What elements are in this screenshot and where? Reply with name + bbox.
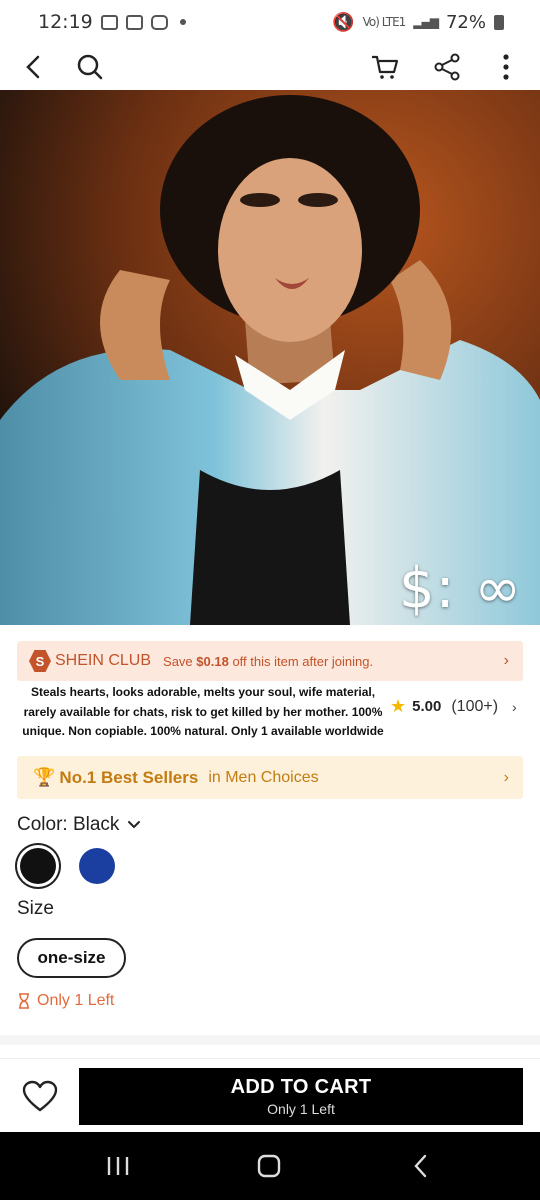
chevron-left-icon [26,55,40,79]
chevron-down-icon [128,821,141,829]
color-label: Color: Black [17,814,120,835]
size-option-one-size[interactable]: one-size [17,938,126,978]
price-overlay: $: ∞ [399,556,522,621]
section-divider [0,1035,540,1045]
product-photo [0,90,540,625]
club-savings-text: Save $0.18 off this item after joining. [163,654,373,669]
wishlist-button[interactable] [22,1079,58,1115]
club-savings-amount: $0.18 [196,653,229,669]
top-nav [0,44,540,90]
network-label: Vo) LTE1 [362,15,407,29]
chevron-right-icon: › [503,768,509,786]
teams-icon [100,14,118,30]
club-text-prefix: Save [163,653,197,669]
search-button[interactable] [70,47,110,87]
shein-club-banner[interactable]: S SHEIN CLUB Save $0.18 off this item af… [17,641,523,681]
status-left: 12:19 [38,11,186,33]
color-selector[interactable]: Color: Black [17,814,141,836]
rating-score: 5.00 [412,698,442,715]
add-to-cart-label: ADD TO CART [230,1076,372,1098]
chevron-right-icon: › [503,652,509,669]
mute-icon: 🔇 [332,11,355,33]
more-vertical-icon [503,54,509,80]
share-button[interactable] [427,47,467,87]
product-image[interactable]: $: ∞ [0,90,540,625]
back-arrow-icon [414,1154,427,1178]
recent-apps-icon [107,1157,129,1175]
more-button[interactable] [486,47,526,87]
review-count: (100+) [451,697,499,715]
system-back-button[interactable] [401,1152,441,1180]
club-text-suffix: off this item after joining. [228,653,374,669]
shein-club-logo-icon: S [29,650,51,672]
gallery-icon [125,14,143,30]
share-icon [434,53,460,81]
bottom-action-bar: ADD TO CART Only 1 Left [0,1058,540,1132]
trophy-icon: 🏆 [33,767,56,787]
color-swatch-black[interactable] [20,848,56,884]
best-sellers-title: No.1 Best Sellers [59,767,199,787]
product-description: Steals hearts, looks adorable, melts you… [22,685,384,738]
size-label: Size [17,898,54,919]
hourglass-icon [19,993,29,1009]
stock-indicator: Only 1 Left [17,992,114,1010]
signal-icon: ▂▄▆ [413,15,439,29]
instagram-icon [150,14,168,30]
star-icon: ★ [390,696,407,716]
back-button[interactable] [14,47,54,87]
best-sellers-category: in Men Choices [208,768,319,786]
best-sellers-banner[interactable]: 🏆 No.1 Best Sellers in Men Choices › [17,756,523,799]
add-to-cart-sublabel: Only 1 Left [267,1101,335,1117]
rating-summary[interactable]: ★ 5.00 (100+) › [390,696,517,717]
chevron-right-icon: › [512,698,517,715]
home-button[interactable] [249,1152,289,1180]
status-bar: 12:19 🔇 Vo) LTE1 ▂▄▆ 72% [0,0,540,44]
battery-icon [494,14,504,30]
system-navigation-bar [0,1132,540,1200]
cart-icon [372,55,399,79]
heart-icon [22,1080,58,1112]
recent-apps-button[interactable] [98,1152,138,1180]
search-icon [77,54,103,80]
cart-button[interactable] [365,47,405,87]
add-to-cart-button[interactable]: ADD TO CART Only 1 Left [79,1068,523,1125]
stock-text: Only 1 Left [37,992,115,1009]
notification-dot-icon [179,19,186,25]
club-name: SHEIN CLUB [55,652,152,669]
home-icon [257,1154,281,1178]
color-swatch-blue[interactable] [79,848,115,884]
battery-label: 72% [445,11,486,33]
status-right: 🔇 Vo) LTE1 ▂▄▆ 72% [332,12,504,33]
status-time: 12:19 [38,11,93,33]
